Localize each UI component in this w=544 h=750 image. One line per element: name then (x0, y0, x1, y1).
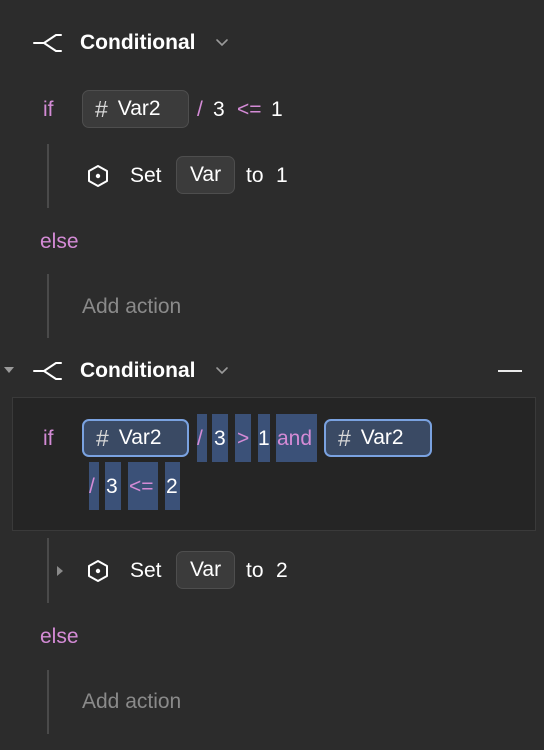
number-token[interactable]: 3 (106, 475, 118, 499)
then-branch-line (47, 538, 49, 603)
to-word: to (246, 559, 264, 582)
set-value[interactable]: 1 (276, 164, 288, 188)
add-action-button[interactable]: Add action (82, 690, 181, 714)
collapse-triangle-icon[interactable] (2, 363, 16, 377)
hash-icon: # (95, 96, 108, 122)
operator-divide[interactable]: / (89, 475, 95, 499)
operator-compare[interactable]: > (237, 427, 249, 451)
conditional-title: Conditional (80, 359, 196, 382)
hexagon-set-icon (88, 560, 108, 582)
conditional-header-1[interactable]: Conditional (0, 23, 544, 63)
number-token[interactable]: 1 (271, 98, 283, 122)
set-value[interactable]: 2 (276, 559, 288, 583)
operator-compare[interactable]: <= (129, 475, 154, 499)
conditional-title: Conditional (80, 31, 196, 54)
operator-divide[interactable]: / (197, 98, 203, 122)
hash-icon: # (96, 425, 109, 451)
if-keyword: if (43, 98, 54, 121)
set-action-label[interactable]: Set (130, 559, 162, 583)
conditional-header-2[interactable]: Conditional (0, 351, 544, 391)
hexagon-set-icon (88, 165, 108, 187)
variable-token-selected[interactable]: # Var2 (82, 419, 189, 457)
set-action-label[interactable]: Set (130, 164, 162, 188)
branch-icon (33, 362, 62, 380)
else-keyword: else (40, 625, 79, 648)
then-branch-line (47, 144, 49, 208)
expand-triangle-icon[interactable] (55, 565, 65, 577)
number-token[interactable]: 3 (213, 98, 225, 122)
operator-compare[interactable]: <= (237, 98, 262, 122)
chevron-down-icon[interactable] (214, 363, 230, 377)
to-word: to (246, 164, 264, 187)
logical-operator[interactable]: and (277, 427, 312, 451)
number-token[interactable]: 3 (214, 427, 226, 451)
else-branch-line (47, 670, 49, 734)
else-branch-line (47, 274, 49, 338)
target-variable-token[interactable]: Var (176, 156, 235, 194)
minus-icon[interactable] (498, 370, 522, 372)
if-keyword: if (43, 427, 54, 450)
chevron-down-icon[interactable] (214, 35, 230, 49)
variable-token-selected[interactable]: # Var2 (324, 419, 432, 457)
hash-icon: # (338, 425, 351, 451)
number-token[interactable]: 2 (166, 475, 178, 499)
operator-divide[interactable]: / (197, 427, 203, 451)
add-action-button[interactable]: Add action (82, 295, 181, 319)
branch-icon (33, 34, 62, 52)
else-keyword: else (40, 230, 79, 253)
target-variable-token[interactable]: Var (176, 551, 235, 589)
number-token[interactable]: 1 (258, 427, 270, 451)
variable-token[interactable]: # Var2 (82, 90, 189, 128)
